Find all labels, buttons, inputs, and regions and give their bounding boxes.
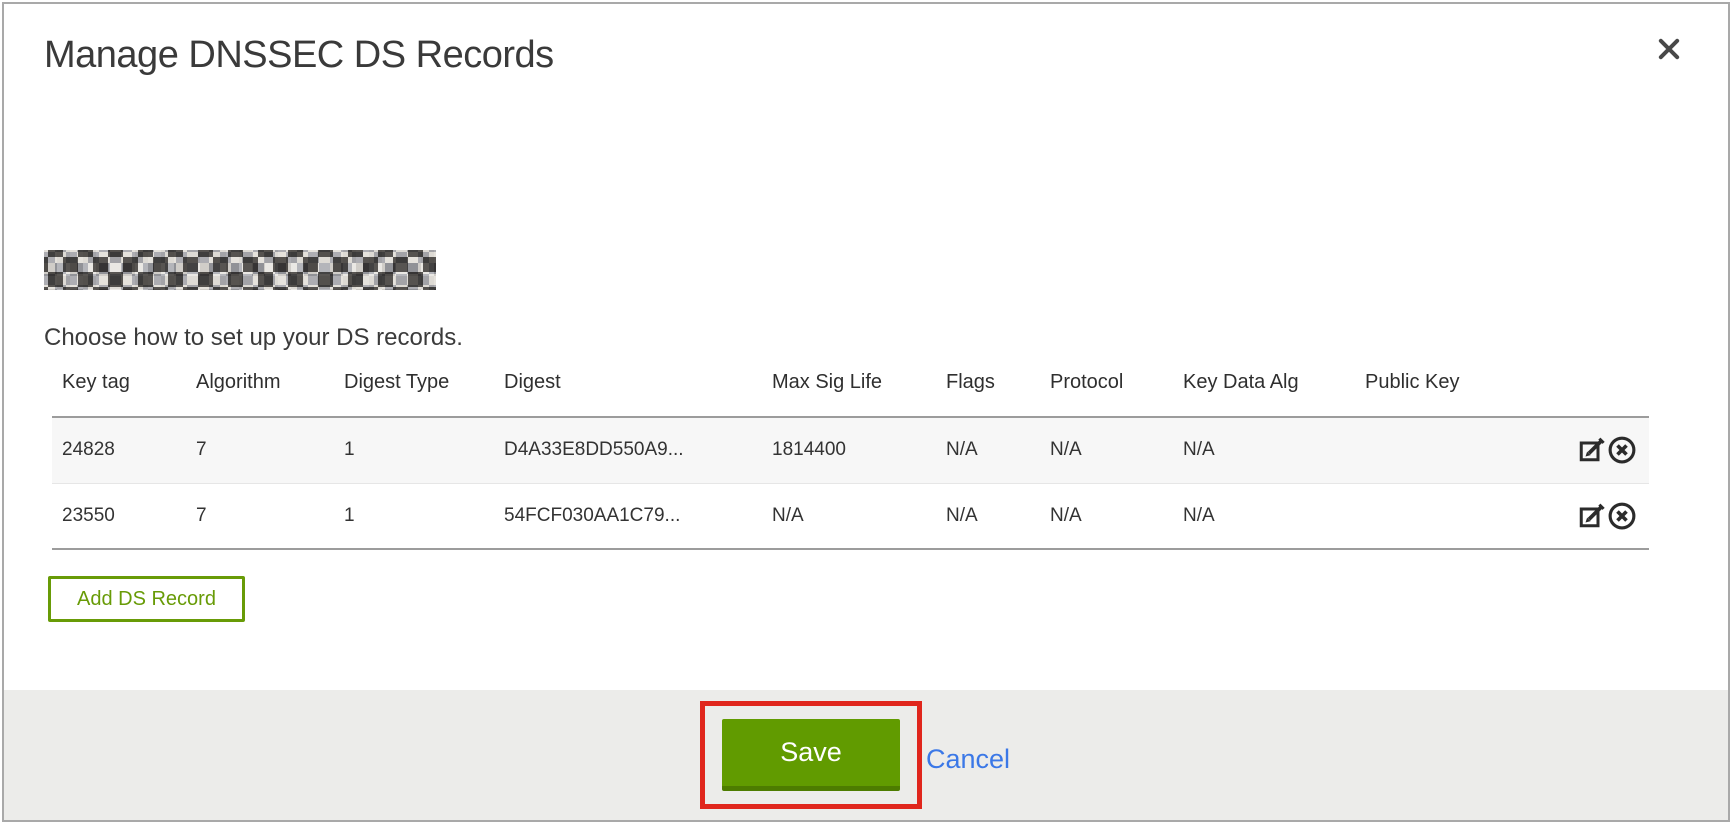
- cell-protocol: N/A: [1040, 417, 1173, 483]
- cell-key-tag: 24828: [52, 417, 186, 483]
- cell-algorithm: 7: [186, 483, 334, 549]
- table-row: 23550 7 1 54FCF030AA1C79... N/A N/A N/A …: [52, 483, 1649, 549]
- delete-record-icon[interactable]: [1607, 435, 1637, 465]
- redacted-domain-name: [44, 250, 436, 290]
- col-header-max-sig-life: Max Sig Life: [762, 367, 936, 417]
- cell-digest-type: 1: [334, 417, 494, 483]
- col-header-actions: [1564, 367, 1649, 417]
- close-icon[interactable]: [1654, 34, 1684, 64]
- cell-key-tag: 23550: [52, 483, 186, 549]
- col-header-flags: Flags: [936, 367, 1040, 417]
- col-header-key-tag: Key tag: [52, 367, 186, 417]
- cancel-link[interactable]: Cancel: [926, 744, 1010, 775]
- cell-key-data-alg: N/A: [1173, 483, 1355, 549]
- col-header-algorithm: Algorithm: [186, 367, 334, 417]
- dialog-footer: Save Cancel: [4, 690, 1728, 820]
- cell-flags: N/A: [936, 483, 1040, 549]
- col-header-public-key: Public Key: [1355, 367, 1564, 417]
- add-ds-record-button[interactable]: Add DS Record: [48, 576, 245, 622]
- row-actions: [1564, 417, 1649, 483]
- cell-max-sig-life: 1814400: [762, 417, 936, 483]
- cell-max-sig-life: N/A: [762, 483, 936, 549]
- col-header-key-data-alg: Key Data Alg: [1173, 367, 1355, 417]
- lead-text: Choose how to set up your DS records.: [44, 324, 463, 352]
- cell-flags: N/A: [936, 417, 1040, 483]
- dnssec-dialog: Manage DNSSEC DS Records Choose how to s…: [2, 2, 1730, 822]
- cell-digest: 54FCF030AA1C79...: [494, 483, 762, 549]
- cell-key-data-alg: N/A: [1173, 417, 1355, 483]
- edit-record-icon[interactable]: [1577, 435, 1607, 465]
- cell-protocol: N/A: [1040, 483, 1173, 549]
- save-button[interactable]: Save: [722, 719, 900, 791]
- page-title: Manage DNSSEC DS Records: [44, 34, 554, 77]
- cell-algorithm: 7: [186, 417, 334, 483]
- ds-records-table: Key tag Algorithm Digest Type Digest Max…: [52, 367, 1649, 550]
- edit-record-icon[interactable]: [1577, 501, 1607, 531]
- table-row: 24828 7 1 D4A33E8DD550A9... 1814400 N/A …: [52, 417, 1649, 483]
- cell-public-key: [1355, 483, 1564, 549]
- save-highlight-annotation: Save: [700, 701, 922, 809]
- col-header-protocol: Protocol: [1040, 367, 1173, 417]
- cell-public-key: [1355, 417, 1564, 483]
- cell-digest-type: 1: [334, 483, 494, 549]
- close-x-glyph: [1655, 35, 1683, 63]
- row-actions: [1564, 483, 1649, 549]
- table-header-row: Key tag Algorithm Digest Type Digest Max…: [52, 367, 1649, 417]
- col-header-digest-type: Digest Type: [334, 367, 494, 417]
- delete-record-icon[interactable]: [1607, 501, 1637, 531]
- cell-digest: D4A33E8DD550A9...: [494, 417, 762, 483]
- col-header-digest: Digest: [494, 367, 762, 417]
